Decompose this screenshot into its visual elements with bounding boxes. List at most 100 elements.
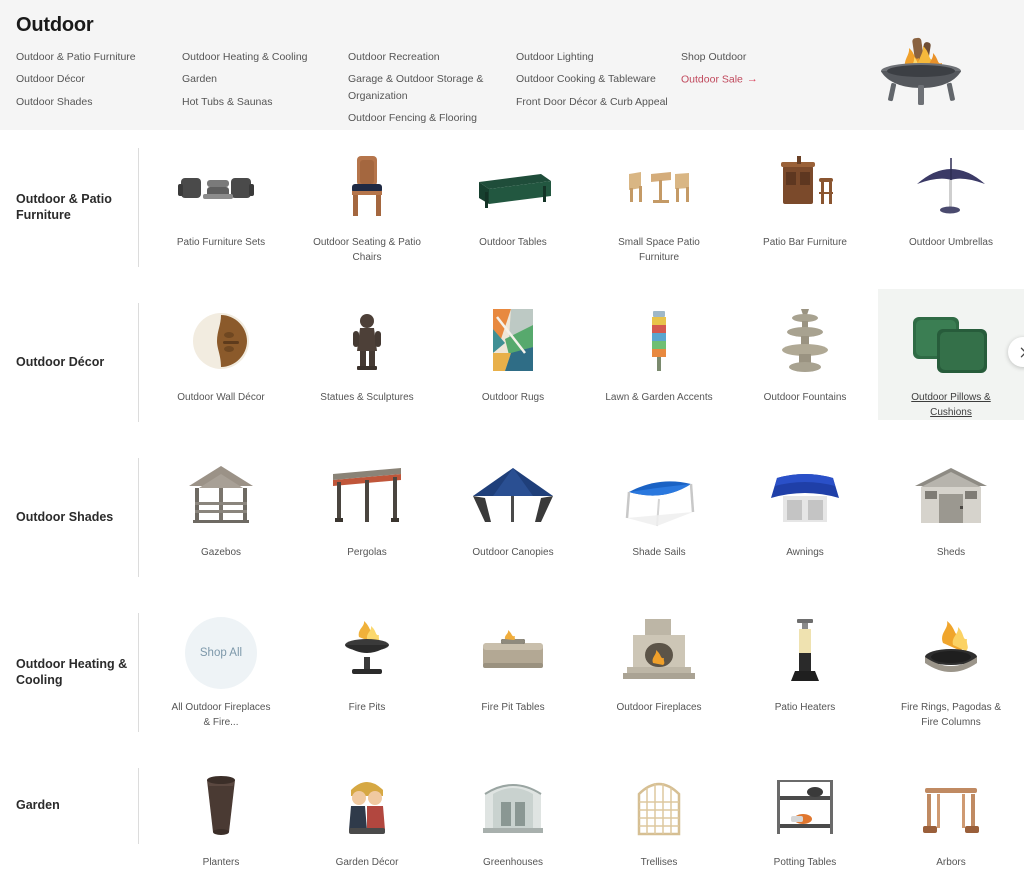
tile-label: Outdoor Tables <box>479 237 547 248</box>
category-tile[interactable]: Awnings <box>732 444 878 561</box>
header-column-4: Shop Outdoor Outdoor Sale → <box>681 49 841 132</box>
potting-table-icon <box>757 768 853 848</box>
category-tile[interactable]: Patio Bar Furniture <box>732 134 878 265</box>
category-tile[interactable]: Patio Furniture Sets <box>148 134 294 265</box>
row-items: Shop All All Outdoor Fireplaces & Fire...… <box>138 595 1024 730</box>
row-items: Outdoor Wall Décor Statues & Sculptures … <box>138 285 1024 420</box>
header-link[interactable]: Outdoor Sale → <box>681 71 831 88</box>
category-tile[interactable]: Outdoor Umbrellas <box>878 134 1024 265</box>
header-link[interactable]: Hot Tubs & Saunas <box>182 94 338 110</box>
bistro-set-icon <box>611 148 707 228</box>
tile-label: Outdoor Canopies <box>472 547 554 558</box>
patio-heater-icon <box>757 613 853 693</box>
category-row: Outdoor Heating & Cooling Shop All All Out… <box>0 595 1024 750</box>
tile-label: Patio Furniture Sets <box>176 237 266 248</box>
category-tile[interactable]: Trellises <box>586 754 732 871</box>
category-tile[interactable]: Garden Décor <box>294 754 440 871</box>
tile-label: Outdoor Rugs <box>481 392 545 403</box>
fountain-icon <box>757 303 853 383</box>
header-link[interactable]: Outdoor Recreation <box>348 49 506 65</box>
header-link[interactable]: Outdoor Fencing & Flooring <box>348 110 506 126</box>
row-divider <box>138 303 139 422</box>
category-rows: Outdoor & Patio Furniture Patio Furnitur… <box>0 130 1024 868</box>
category-tile[interactable]: Outdoor Canopies <box>440 444 586 561</box>
tile-label: Shade Sails <box>632 547 686 558</box>
category-tile[interactable]: Outdoor Rugs <box>440 289 586 420</box>
header-link-columns: Outdoor & Patio Furniture Outdoor Décor Ou… <box>16 49 1008 132</box>
header-link[interactable]: Outdoor Shades <box>16 94 172 110</box>
header-column-3: Outdoor Lighting Outdoor Cooking & Tablew… <box>516 49 681 132</box>
tile-label: Fire Pits <box>348 702 386 713</box>
header-link[interactable]: Garden <box>182 71 338 87</box>
tile-label: Outdoor Seating & Patio Chairs <box>313 237 421 263</box>
header-link[interactable]: Garage & Outdoor Storage & Organization <box>348 71 506 104</box>
header-link[interactable]: Outdoor Décor <box>16 71 172 87</box>
next-arrow-button[interactable] <box>1008 337 1024 367</box>
header-link[interactable]: Outdoor Lighting <box>516 49 671 65</box>
category-tile[interactable]: Small Space Patio Furniture <box>586 134 732 265</box>
statue-icon <box>319 303 415 383</box>
tile-label: Small Space Patio Furniture <box>618 237 700 263</box>
row-items: Patio Furniture Sets Outdoor Seating & P… <box>138 130 1024 265</box>
tile-label: Fire Rings, Pagodas & Fire Columns <box>900 702 1002 728</box>
header-link[interactable]: Shop Outdoor <box>681 49 831 65</box>
category-tile[interactable]: Statues & Sculptures <box>294 289 440 420</box>
tile-label: Potting Tables <box>773 857 837 868</box>
header-link[interactable]: Front Door Décor & Curb Appeal <box>516 94 671 110</box>
shed-icon <box>903 458 999 538</box>
category-tile[interactable]: Gazebos <box>148 444 294 561</box>
category-tile[interactable]: Fire Pit Tables <box>440 599 586 730</box>
category-tile[interactable]: Outdoor Wall Décor <box>148 289 294 420</box>
category-tile[interactable]: Potting Tables <box>732 754 878 871</box>
category-tile[interactable]: Fire Pits <box>294 599 440 730</box>
garden-figurine-icon <box>319 768 415 848</box>
tile-label: Outdoor Fountains <box>763 392 847 403</box>
category-tile[interactable]: Outdoor Tables <box>440 134 586 265</box>
category-tile[interactable]: Patio Heaters <box>732 599 878 730</box>
category-row: Outdoor Décor Outdoor Wall Décor Statues… <box>0 285 1024 440</box>
header-link[interactable]: Outdoor & Patio Furniture <box>16 49 172 65</box>
tile-label: Trellises <box>640 857 678 868</box>
category-tile[interactable]: Outdoor Fountains <box>732 289 878 420</box>
tile-label: Planters <box>202 857 240 868</box>
tile-label: Fire Pit Tables <box>481 702 545 713</box>
tile-label: Statues & Sculptures <box>320 392 414 403</box>
row-label: Outdoor Shades <box>16 509 114 524</box>
category-tile[interactable]: Lawn & Garden Accents <box>586 289 732 420</box>
tile-label: Patio Bar Furniture <box>763 237 847 248</box>
category-tile[interactable]: Shop All All Outdoor Fireplaces & Fire... <box>148 599 294 730</box>
category-tile[interactable]: Outdoor Seating & Patio Chairs <box>294 134 440 265</box>
planter-icon <box>173 768 269 848</box>
category-tile[interactable]: Outdoor Pillows & Cushions <box>878 289 1024 420</box>
category-row: Outdoor Shades Gazebos Pergolas Outdoor … <box>0 440 1024 595</box>
arrow-right-icon: → <box>746 73 758 86</box>
category-tile[interactable]: Shade Sails <box>586 444 732 561</box>
garden-accent-icon <box>611 303 707 383</box>
category-tile[interactable]: Sheds <box>878 444 1024 561</box>
fireplace-icon <box>611 613 707 693</box>
header-link[interactable]: Outdoor Cooking & Tableware <box>516 71 671 87</box>
tile-label: Awnings <box>786 547 824 558</box>
tile-label: Outdoor Wall Décor <box>177 392 265 403</box>
category-row: Outdoor & Patio Furniture Patio Furnitur… <box>0 130 1024 285</box>
tile-label: Arbors <box>936 857 966 868</box>
category-tile[interactable]: Greenhouses <box>440 754 586 871</box>
fire-pit-icon <box>319 613 415 693</box>
wall-decor-icon <box>173 303 269 383</box>
category-tile[interactable]: Arbors <box>878 754 1024 871</box>
row-label: Outdoor Décor <box>16 354 105 369</box>
chair-icon <box>319 148 415 228</box>
category-tile[interactable]: Planters <box>148 754 294 871</box>
category-tile[interactable]: Fire Rings, Pagodas & Fire Columns <box>878 599 1024 730</box>
shop-all-circle[interactable]: Shop All <box>185 617 257 689</box>
category-tile[interactable]: Pergolas <box>294 444 440 561</box>
tile-label: Lawn & Garden Accents <box>605 392 713 403</box>
tile-label: Patio Heaters <box>774 702 836 713</box>
category-tile[interactable]: Outdoor Fireplaces <box>586 599 732 730</box>
tile-label: Garden Décor <box>335 857 399 868</box>
bar-icon <box>757 148 853 228</box>
tile-label: Outdoor Pillows & Cushions <box>911 392 991 418</box>
shop-all-icon: Shop All <box>173 613 269 693</box>
header-link[interactable]: Outdoor Heating & Cooling <box>182 49 338 65</box>
pillows-icon <box>903 303 999 383</box>
